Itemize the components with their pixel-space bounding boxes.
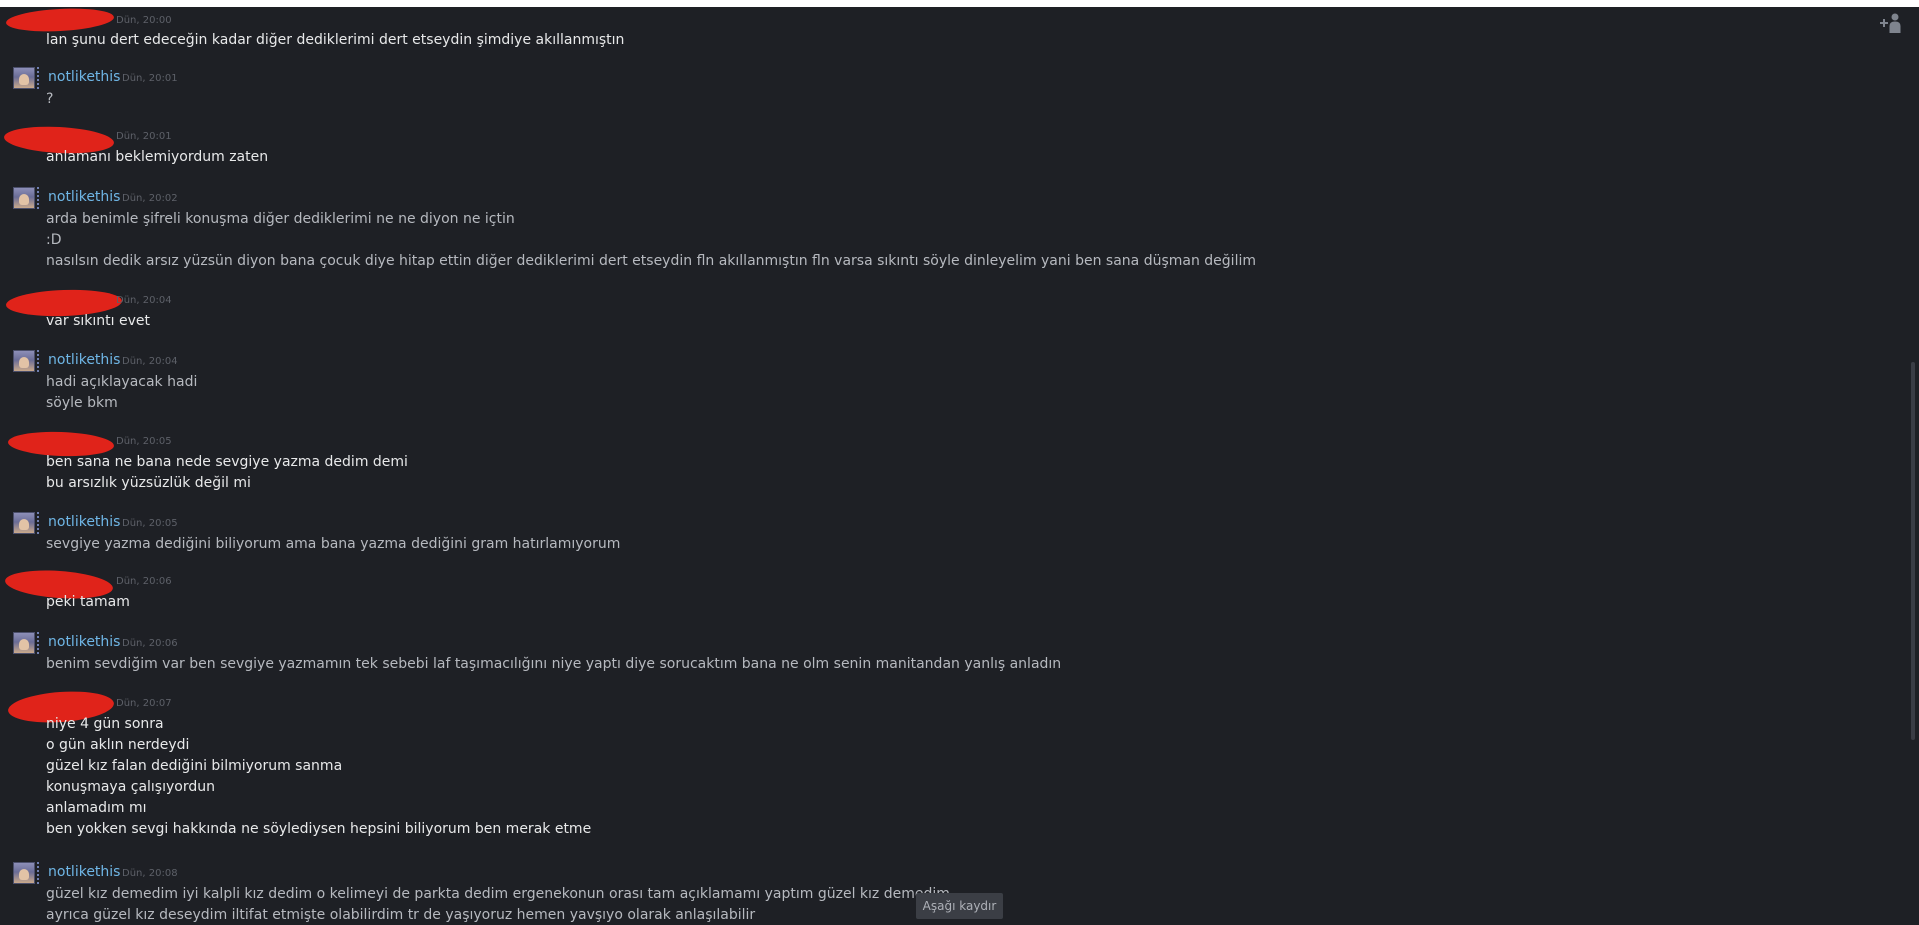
message-line: güzel kız demedim iyi kalpli kız dedim o… [46,886,950,902]
message-timestamp: Dün, 20:06 [122,638,178,649]
message-line: sevgiye yazma dediğini biliyorum ama ban… [46,536,621,552]
avatar-icon[interactable] [13,512,35,534]
chat-message: notlikethis Dün, 20:01 ? [0,67,1880,117]
chat-message: notlikethis Dün, 20:02 arda benimle şifr… [0,187,1880,277]
sender-name[interactable]: notlikethis [48,352,120,368]
message-body: güzel kız demedim iyi kalpli kız dedim o… [46,884,950,925]
avatar-icon[interactable] [13,632,35,654]
message-timestamp: Dün, 20:08 [122,868,178,879]
message-timestamp: Dün, 20:06 [116,576,172,587]
message-line: lan şunu dert edeceğin kadar diğer dedik… [46,32,625,48]
sender-name[interactable]: notlikethis [48,69,120,85]
message-timestamp: Dün, 20:05 [116,436,172,447]
message-line: söyle bkm [46,395,118,411]
message-line: hadi açıklayacak hadi [46,374,198,390]
chat-message: notlikethis Dün, 20:05 sevgiye yazma ded… [0,512,1880,562]
message-line: ben sana ne bana nede sevgiye yazma dedi… [46,454,408,470]
add-friend-icon[interactable] [1878,12,1902,34]
chat-message: notlikethis Dün, 20:06 benim sevdiğim va… [0,632,1880,682]
online-status-indicator [37,67,39,89]
message-body: anlamanı beklemiyordum zaten [46,147,268,168]
message-line: anlamanı beklemiyordum zaten [46,149,269,165]
message-timestamp: Dün, 20:01 [116,131,172,142]
avatar-icon[interactable] [13,187,35,209]
message-body: ben sana ne bana nede sevgiye yazma dedi… [46,452,408,494]
message-timestamp: Dün, 20:01 [122,73,178,84]
message-line: konuşmaya çalışıyordun [46,779,215,795]
message-body: niye 4 gün sonra o gün aklın nerdeydi gü… [46,714,591,840]
message-line: peki tamam [46,594,130,610]
message-body: arda benimle şifreli konuşma diğer dedik… [46,209,1256,272]
avatar-icon[interactable] [13,350,35,372]
message-timestamp: Dün, 20:07 [116,698,172,709]
message-body: lan şunu dert edeceğin kadar diğer dedik… [46,30,624,51]
message-line: :D [46,232,62,248]
message-line: ? [46,91,54,107]
message-line: var sıkıntı evet [46,313,150,329]
message-line: benim sevdiğim var ben sevgiye yazmamın … [46,656,1062,672]
scroll-down-button[interactable]: Aşağı kaydır [916,893,1003,919]
online-status-indicator [37,632,39,654]
sender-name[interactable]: notlikethis [48,864,120,880]
avatar-icon[interactable] [13,67,35,89]
chat-message: Dün, 20:05 ben sana ne bana nede sevgiye… [0,430,1880,500]
message-line: arda benimle şifreli konuşma diğer dedik… [46,211,515,227]
scrollbar-thumb[interactable] [1911,362,1915,740]
chat-message: Dün, 20:01 anlamanı beklemiyordum zaten [0,124,1880,175]
sender-name[interactable]: notlikethis [48,189,120,205]
message-body: sevgiye yazma dediğini biliyorum ama ban… [46,534,620,555]
message-line: ben yokken sevgi hakkında ne söylediysen… [46,821,592,837]
message-line: bu arsızlık yüzsüzlük değil mi [46,475,251,491]
online-status-indicator [37,862,39,884]
message-body: ? [46,89,53,110]
message-line: anlamadım mı [46,800,147,816]
chat-history[interactable]: Dün, 20:00 lan şunu dert edeceğin kadar … [0,7,1905,925]
message-line: güzel kız falan dediğini bilmiyorum sanm… [46,758,343,774]
message-line: niye 4 gün sonra [46,716,164,732]
chat-message: notlikethis Dün, 20:04 hadi açıklayacak … [0,350,1880,420]
message-body: hadi açıklayacak hadi söyle bkm [46,372,197,414]
online-status-indicator [37,187,39,209]
avatar-icon[interactable] [13,862,35,884]
message-body: benim sevdiğim var ben sevgiye yazmamın … [46,654,1061,675]
sender-name[interactable]: notlikethis [48,634,120,650]
online-status-indicator [37,512,39,534]
message-timestamp: Dün, 20:05 [122,518,178,529]
chat-message: Dün, 20:06 peki tamam [0,567,1880,620]
sender-name[interactable]: notlikethis [48,514,120,530]
message-timestamp: Dün, 20:04 [116,295,172,306]
message-timestamp: Dün, 20:04 [122,356,178,367]
message-line: nasılsın dedik arsız yüzsün diyon bana ç… [46,253,1256,269]
message-line: ayrıca güzel kız deseydim iltifat etmişt… [46,907,756,923]
online-status-indicator [37,350,39,372]
window-top-bar [0,0,1919,7]
chat-message: Dün, 20:04 var sıkıntı evet [0,287,1880,339]
chat-message: Dün, 20:00 lan şunu dert edeceğin kadar … [0,7,1880,57]
message-line: o gün aklın nerdeydi [46,737,190,753]
message-timestamp: Dün, 20:00 [116,15,172,26]
message-body: var sıkıntı evet [46,311,150,332]
message-body: peki tamam [46,592,130,613]
message-timestamp: Dün, 20:02 [122,193,178,204]
chat-message: Dün, 20:07 niye 4 gün sonra o gün aklın … [0,688,1880,842]
